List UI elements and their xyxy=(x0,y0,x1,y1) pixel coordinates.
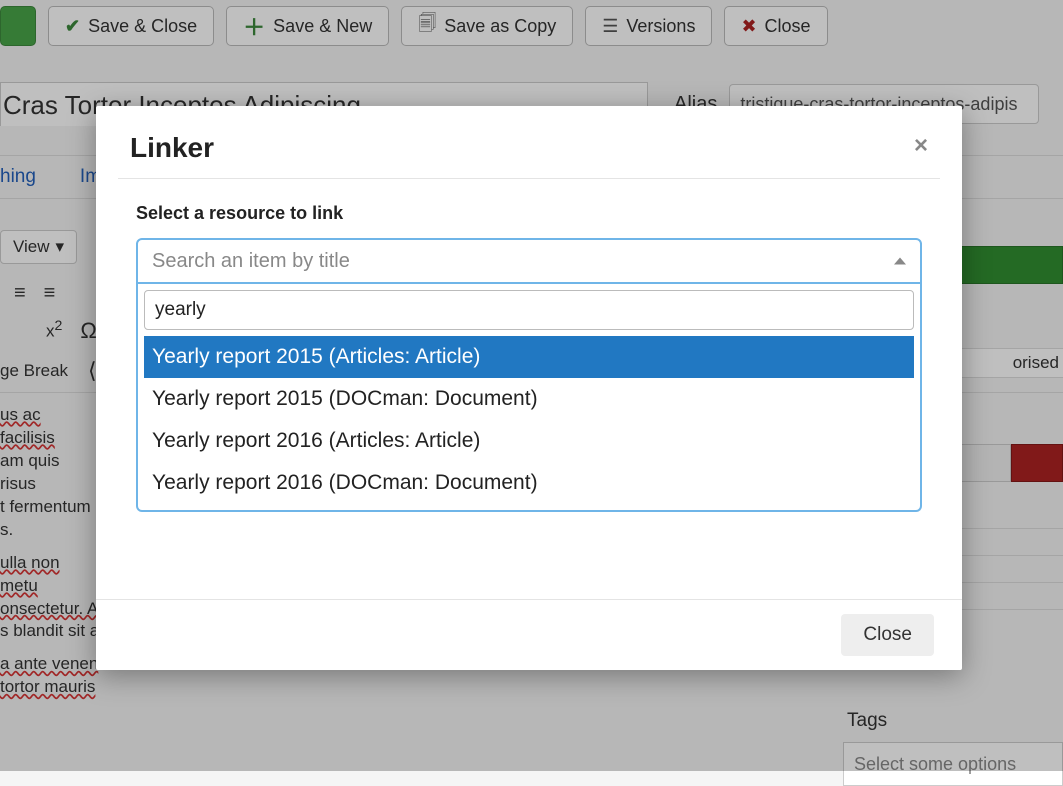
modal-close-button[interactable]: Close xyxy=(841,614,934,656)
modal-close-icon[interactable]: × xyxy=(914,132,928,160)
modal-body: Select a resource to link Search an item… xyxy=(96,179,962,599)
resource-combobox[interactable]: Search an item by title xyxy=(136,238,922,284)
linker-modal: Linker × Select a resource to link Searc… xyxy=(96,106,962,670)
combobox-placeholder: Search an item by title xyxy=(152,250,350,273)
modal-title: Linker xyxy=(130,132,914,164)
dropdown-option[interactable]: Yearly report 2016 (Articles: Article) xyxy=(144,420,914,462)
resource-dropdown: Yearly report 2015 (Articles: Article) Y… xyxy=(136,284,922,512)
dropdown-option[interactable]: Yearly report 2015 (Articles: Article) xyxy=(144,336,914,378)
modal-footer: Close xyxy=(96,599,962,670)
modal-header: Linker × xyxy=(96,106,962,178)
dropdown-option[interactable]: Yearly report 2016 (DOCman: Document) xyxy=(144,462,914,504)
dropdown-search-input[interactable] xyxy=(144,290,914,330)
caret-up-icon xyxy=(894,258,906,265)
select-resource-label: Select a resource to link xyxy=(136,203,922,224)
dropdown-option-list: Yearly report 2015 (Articles: Article) Y… xyxy=(144,336,914,504)
dropdown-option[interactable]: Yearly report 2015 (DOCman: Document) xyxy=(144,378,914,420)
